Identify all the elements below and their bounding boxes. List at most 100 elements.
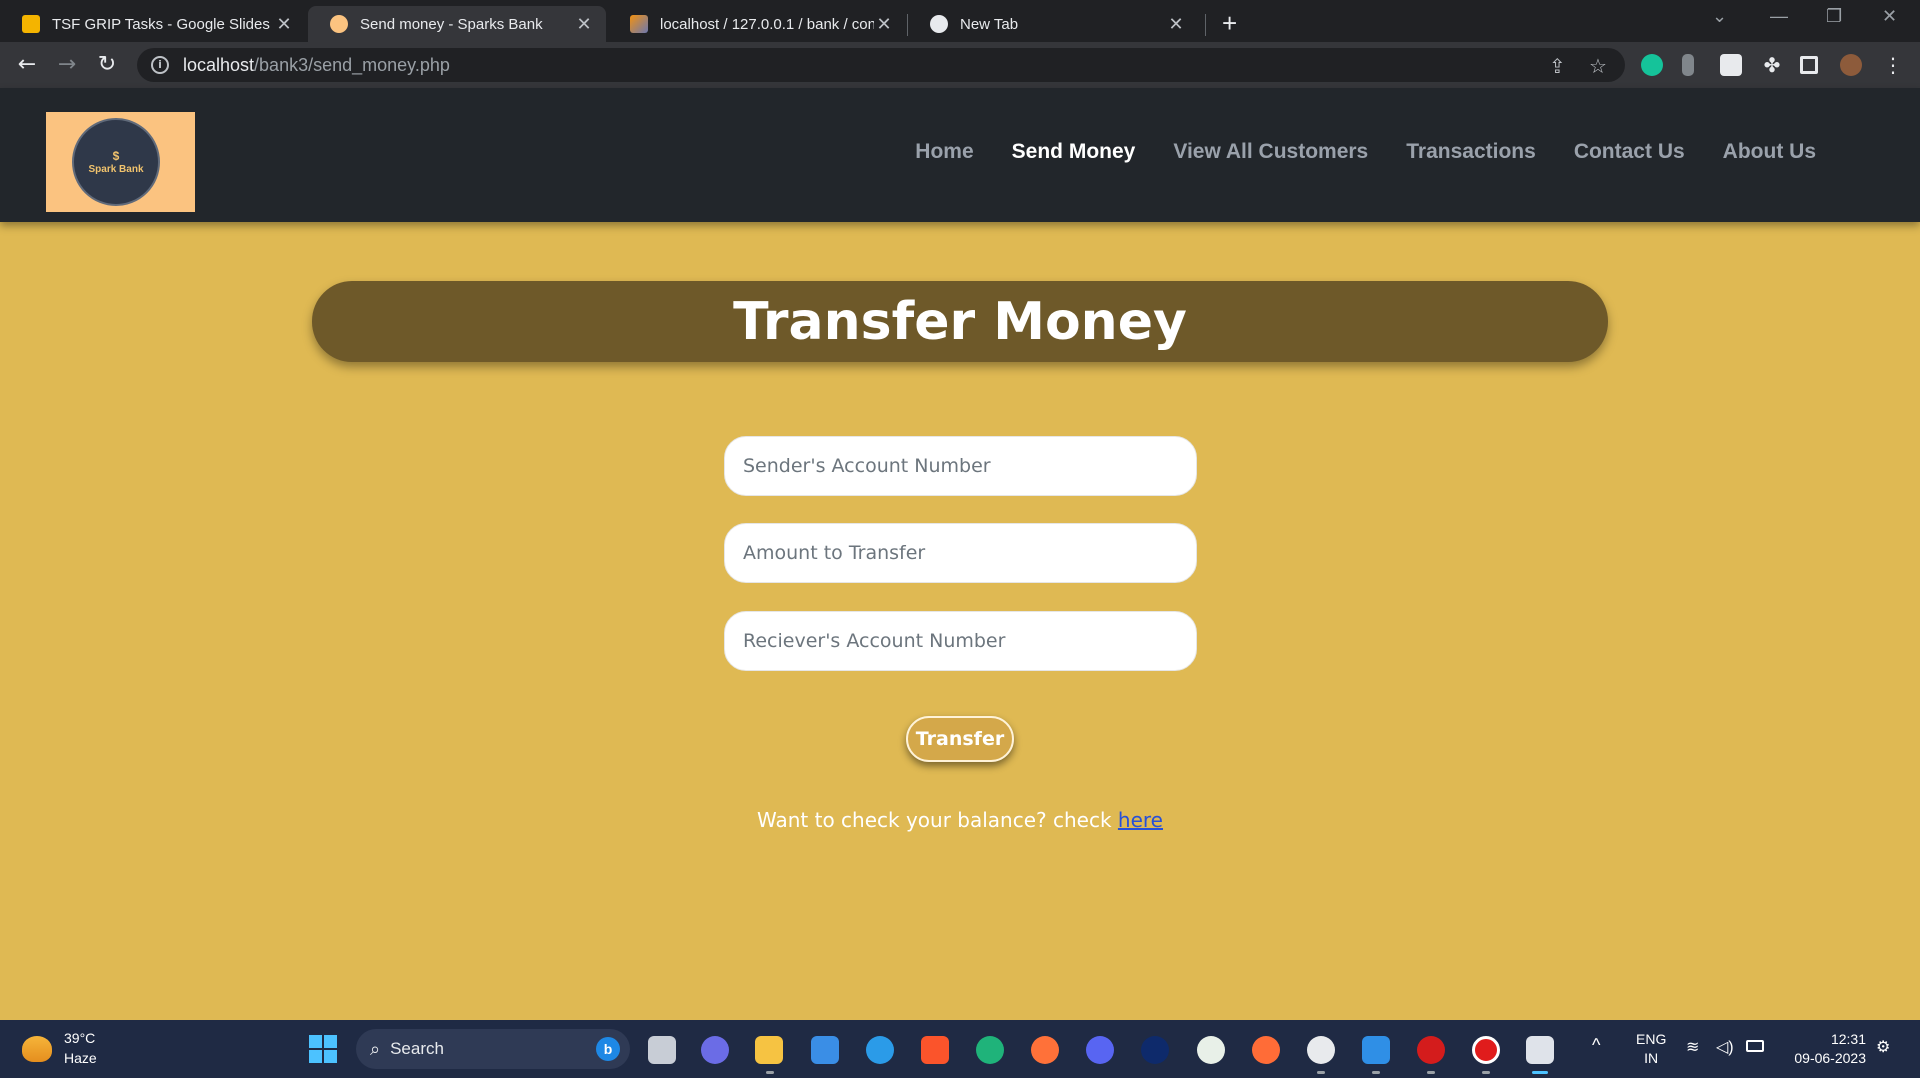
notification-icon[interactable]: ⚙: [1876, 1038, 1890, 1057]
wifi-icon[interactable]: ≋: [1686, 1038, 1699, 1057]
amount-input[interactable]: [724, 523, 1197, 583]
balance-text: Want to check your balance? check: [756, 808, 1118, 832]
nav-links: Home Send Money View All Customers Trans…: [877, 140, 1816, 164]
teamviewer-icon[interactable]: [1141, 1036, 1169, 1064]
chevron-up-icon[interactable]: ^: [1592, 1036, 1600, 1055]
logo-circle: $ Spark Bank: [72, 118, 160, 206]
clock[interactable]: 12:31 09-06-2023: [1784, 1030, 1866, 1068]
windows-taskbar: 39°C Haze ⌕ Search b ^ ENG IN ≋ ◁) 12:31…: [0, 1020, 1920, 1078]
bookmark-star-icon[interactable]: ☆: [1589, 54, 1607, 78]
receiver-account-input[interactable]: [724, 611, 1197, 671]
close-icon[interactable]: ✕: [574, 14, 594, 35]
taskbar-search[interactable]: ⌕ Search b: [356, 1029, 630, 1069]
clock-time: 12:31: [1830, 1031, 1866, 1047]
vscode-icon[interactable]: [1362, 1036, 1390, 1064]
site-navbar: $ Spark Bank Home Send Money View All Cu…: [0, 88, 1920, 222]
mongodb-compass-icon[interactable]: [1197, 1036, 1225, 1064]
running-indicator: [766, 1071, 774, 1074]
url-host: localhost: [183, 54, 255, 75]
side-panel-icon[interactable]: [1800, 56, 1818, 74]
sender-account-input[interactable]: [724, 436, 1197, 496]
transfer-button[interactable]: Transfer: [906, 716, 1014, 762]
tab-title: localhost / 127.0.0.1 / bank / con: [660, 15, 874, 33]
tab-new-tab[interactable]: New Tab ✕: [908, 6, 1198, 42]
omega-extension-icon[interactable]: [1720, 54, 1742, 76]
get-help-icon[interactable]: [866, 1036, 894, 1064]
edge-icon[interactable]: [976, 1036, 1004, 1064]
tab-search-icon[interactable]: ⌄: [1712, 6, 1727, 27]
url-path: /bank3/send_money.php: [254, 54, 450, 75]
chrome-taskbar-icon[interactable]: [1307, 1036, 1335, 1064]
weather-icon[interactable]: [22, 1036, 52, 1062]
weather-temperature: 39°C: [64, 1030, 96, 1046]
postman-icon[interactable]: [1252, 1036, 1280, 1064]
tab-google-slides[interactable]: TSF GRIP Tasks - Google Slides ✕: [0, 6, 306, 42]
avatar[interactable]: [1840, 54, 1862, 76]
tab-title: New Tab: [960, 15, 1019, 33]
site-info-icon[interactable]: i: [151, 56, 169, 74]
restore-icon[interactable]: ❐: [1826, 6, 1842, 27]
back-arrow-icon[interactable]: ←: [10, 48, 44, 82]
brave-icon[interactable]: [921, 1036, 949, 1064]
forward-arrow-icon[interactable]: →: [50, 48, 84, 82]
taskbar-search-label: Search: [390, 1039, 444, 1058]
balance-check-line: Want to check your balance? check here: [0, 808, 1920, 832]
battery-icon[interactable]: [1746, 1040, 1764, 1052]
close-icon[interactable]: ✕: [1166, 14, 1186, 35]
weather-condition: Haze: [64, 1050, 97, 1066]
nav-send-money[interactable]: Send Money: [1012, 140, 1136, 164]
tab-title: TSF GRIP Tasks - Google Slides: [52, 15, 270, 33]
share-icon[interactable]: ⇪: [1549, 54, 1566, 78]
bing-icon[interactable]: b: [596, 1037, 620, 1061]
firefox-icon[interactable]: [1031, 1036, 1059, 1064]
language-code: ENG: [1636, 1031, 1667, 1047]
logo-symbol: $: [112, 148, 120, 163]
browser-tab-bar: TSF GRIP Tasks - Google Slides ✕ Send mo…: [0, 0, 1920, 42]
task-view-icon[interactable]: [648, 1036, 676, 1064]
phpmyadmin-icon: [630, 15, 648, 33]
clock-date: 09-06-2023: [1794, 1050, 1866, 1066]
active-indicator: [1532, 1071, 1548, 1074]
page-title-bar: Transfer Money: [312, 281, 1608, 362]
obs-record-icon[interactable]: [1472, 1036, 1500, 1064]
new-tab-button[interactable]: +: [1222, 8, 1237, 39]
tab-phpmyadmin[interactable]: localhost / 127.0.0.1 / bank / con ✕: [608, 6, 906, 42]
menu-icon[interactable]: ⋮: [1882, 54, 1904, 76]
url-text: localhost/bank3/send_money.php: [183, 55, 450, 76]
nav-view-all-customers[interactable]: View All Customers: [1173, 140, 1368, 164]
running-indicator: [1372, 1071, 1380, 1074]
running-indicator: [1317, 1071, 1325, 1074]
snipping-tool-icon[interactable]: [1526, 1036, 1554, 1064]
grammarly-icon[interactable]: [1641, 54, 1663, 76]
running-indicator: [1482, 1071, 1490, 1074]
discord-icon[interactable]: [1086, 1036, 1114, 1064]
close-icon[interactable]: ✕: [274, 14, 294, 35]
file-explorer-icon[interactable]: [755, 1036, 783, 1064]
nav-home[interactable]: Home: [915, 140, 973, 164]
language-indicator[interactable]: ENG IN: [1636, 1030, 1666, 1068]
nav-about-us[interactable]: About Us: [1723, 140, 1816, 164]
nav-contact-us[interactable]: Contact Us: [1574, 140, 1685, 164]
window-close-icon[interactable]: ✕: [1882, 6, 1897, 27]
running-indicator: [1427, 1071, 1435, 1074]
balance-link[interactable]: here: [1118, 808, 1163, 832]
screen-recorder-icon[interactable]: [1417, 1036, 1445, 1064]
sparks-bank-icon: [330, 15, 348, 33]
minimize-icon[interactable]: —: [1770, 6, 1788, 27]
volume-icon[interactable]: ◁): [1716, 1038, 1734, 1057]
tab-send-money[interactable]: Send money - Sparks Bank ✕: [308, 6, 606, 42]
nav-transactions[interactable]: Transactions: [1406, 140, 1536, 164]
search-icon: ⌕: [370, 1038, 381, 1059]
windows-start-icon[interactable]: [309, 1035, 337, 1063]
browser-toolbar: ← → ↻ i localhost/bank3/send_money.php ⇪…: [0, 42, 1920, 88]
address-bar[interactable]: i localhost/bank3/send_money.php ⇪ ☆: [137, 48, 1625, 82]
tab-separator: [1205, 14, 1206, 36]
logo[interactable]: $ Spark Bank: [46, 112, 195, 212]
reload-icon[interactable]: ↻: [90, 48, 124, 82]
chrome-icon: [930, 15, 948, 33]
close-icon[interactable]: ✕: [874, 14, 894, 35]
microsoft-store-icon[interactable]: [811, 1036, 839, 1064]
extension-icon[interactable]: [1682, 54, 1694, 76]
teams-chat-icon[interactable]: [701, 1036, 729, 1064]
puzzle-icon[interactable]: ✤: [1761, 54, 1783, 76]
